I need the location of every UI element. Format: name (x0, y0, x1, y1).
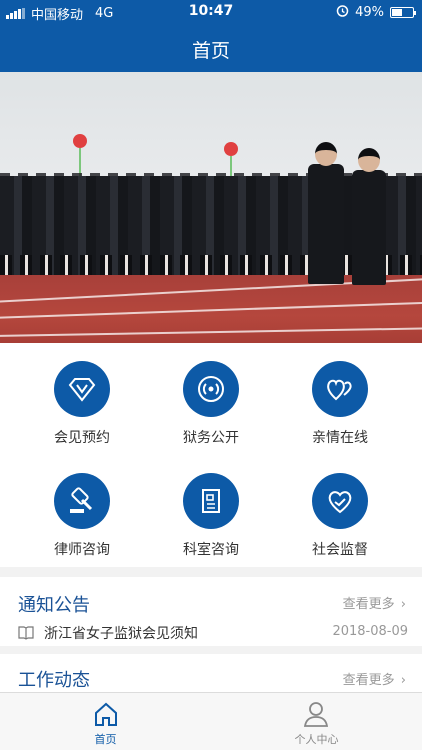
chevron-right-icon: › (400, 673, 406, 688)
notice-title: 浙江省女子监狱会见须知 (44, 626, 198, 642)
service-label: 狱务公开 (183, 430, 239, 446)
work-news-section: 工作动态 查看更多 › (0, 654, 422, 692)
balloon-decoration (73, 134, 87, 148)
battery-percent: 49% (355, 5, 384, 20)
gavel-icon (54, 473, 110, 529)
tab-label: 首页 (94, 733, 117, 746)
heart-hand-icon (312, 473, 368, 529)
notice-date: 2018-08-09 (332, 624, 408, 639)
broadcast-icon (183, 361, 239, 417)
status-bar: 中国移动 4G 10:47 49% (0, 0, 422, 24)
service-prison-affairs[interactable]: 狱务公开 (141, 343, 281, 455)
top-header: 中国移动 4G 10:47 49% 首页 (0, 0, 422, 72)
more-notices-link[interactable]: 查看更多 › (343, 593, 406, 612)
service-label: 会见预约 (54, 430, 110, 446)
service-label: 社会监督 (312, 542, 368, 558)
service-grid: 会见预约 狱务公开 亲情在线 律师咨询 科室咨询 社会监督 (0, 343, 422, 567)
bottom-tab-bar: 首页 个人中心 (0, 692, 422, 750)
service-family-online[interactable]: 亲情在线 (270, 343, 410, 455)
service-department-consult[interactable]: 科室咨询 (141, 455, 281, 567)
person-icon (303, 701, 329, 731)
banner-image[interactable] (0, 72, 422, 343)
hearts-icon (312, 361, 368, 417)
document-icon (183, 473, 239, 529)
section-title: 工作动态 (18, 670, 90, 691)
service-visit-booking[interactable]: 会见预约 (12, 343, 152, 455)
alarm-icon (336, 4, 349, 21)
more-news-link[interactable]: 查看更多 › (343, 669, 406, 688)
page-title: 首页 (191, 40, 230, 62)
book-icon (18, 625, 34, 644)
app-screen: 中国移动 4G 10:47 49% 首页 会见预约 狱务公开 亲情在线 律师咨询… (0, 0, 422, 750)
service-public-supervision[interactable]: 社会监督 (270, 455, 410, 567)
more-label: 查看更多 (342, 597, 395, 612)
tab-label: 个人中心 (294, 733, 339, 746)
balloon-decoration (224, 142, 238, 156)
service-label: 科室咨询 (183, 542, 239, 558)
service-label: 律师咨询 (54, 542, 110, 558)
more-label: 查看更多 (342, 673, 395, 688)
notice-item[interactable]: 浙江省女子监狱会见须知 2018-08-09 (18, 623, 408, 643)
diamond-v-icon (54, 361, 110, 417)
notices-section: 通知公告 查看更多 › 浙江省女子监狱会见须知 2018-08-09 (0, 577, 422, 646)
tab-profile[interactable]: 个人中心 (211, 693, 422, 750)
section-title: 通知公告 (18, 595, 90, 616)
home-icon (94, 701, 118, 731)
service-lawyer-consult[interactable]: 律师咨询 (12, 455, 152, 567)
service-label: 亲情在线 (312, 430, 368, 446)
battery-icon (390, 7, 416, 18)
chevron-right-icon: › (400, 597, 406, 612)
tab-home[interactable]: 首页 (0, 693, 211, 750)
